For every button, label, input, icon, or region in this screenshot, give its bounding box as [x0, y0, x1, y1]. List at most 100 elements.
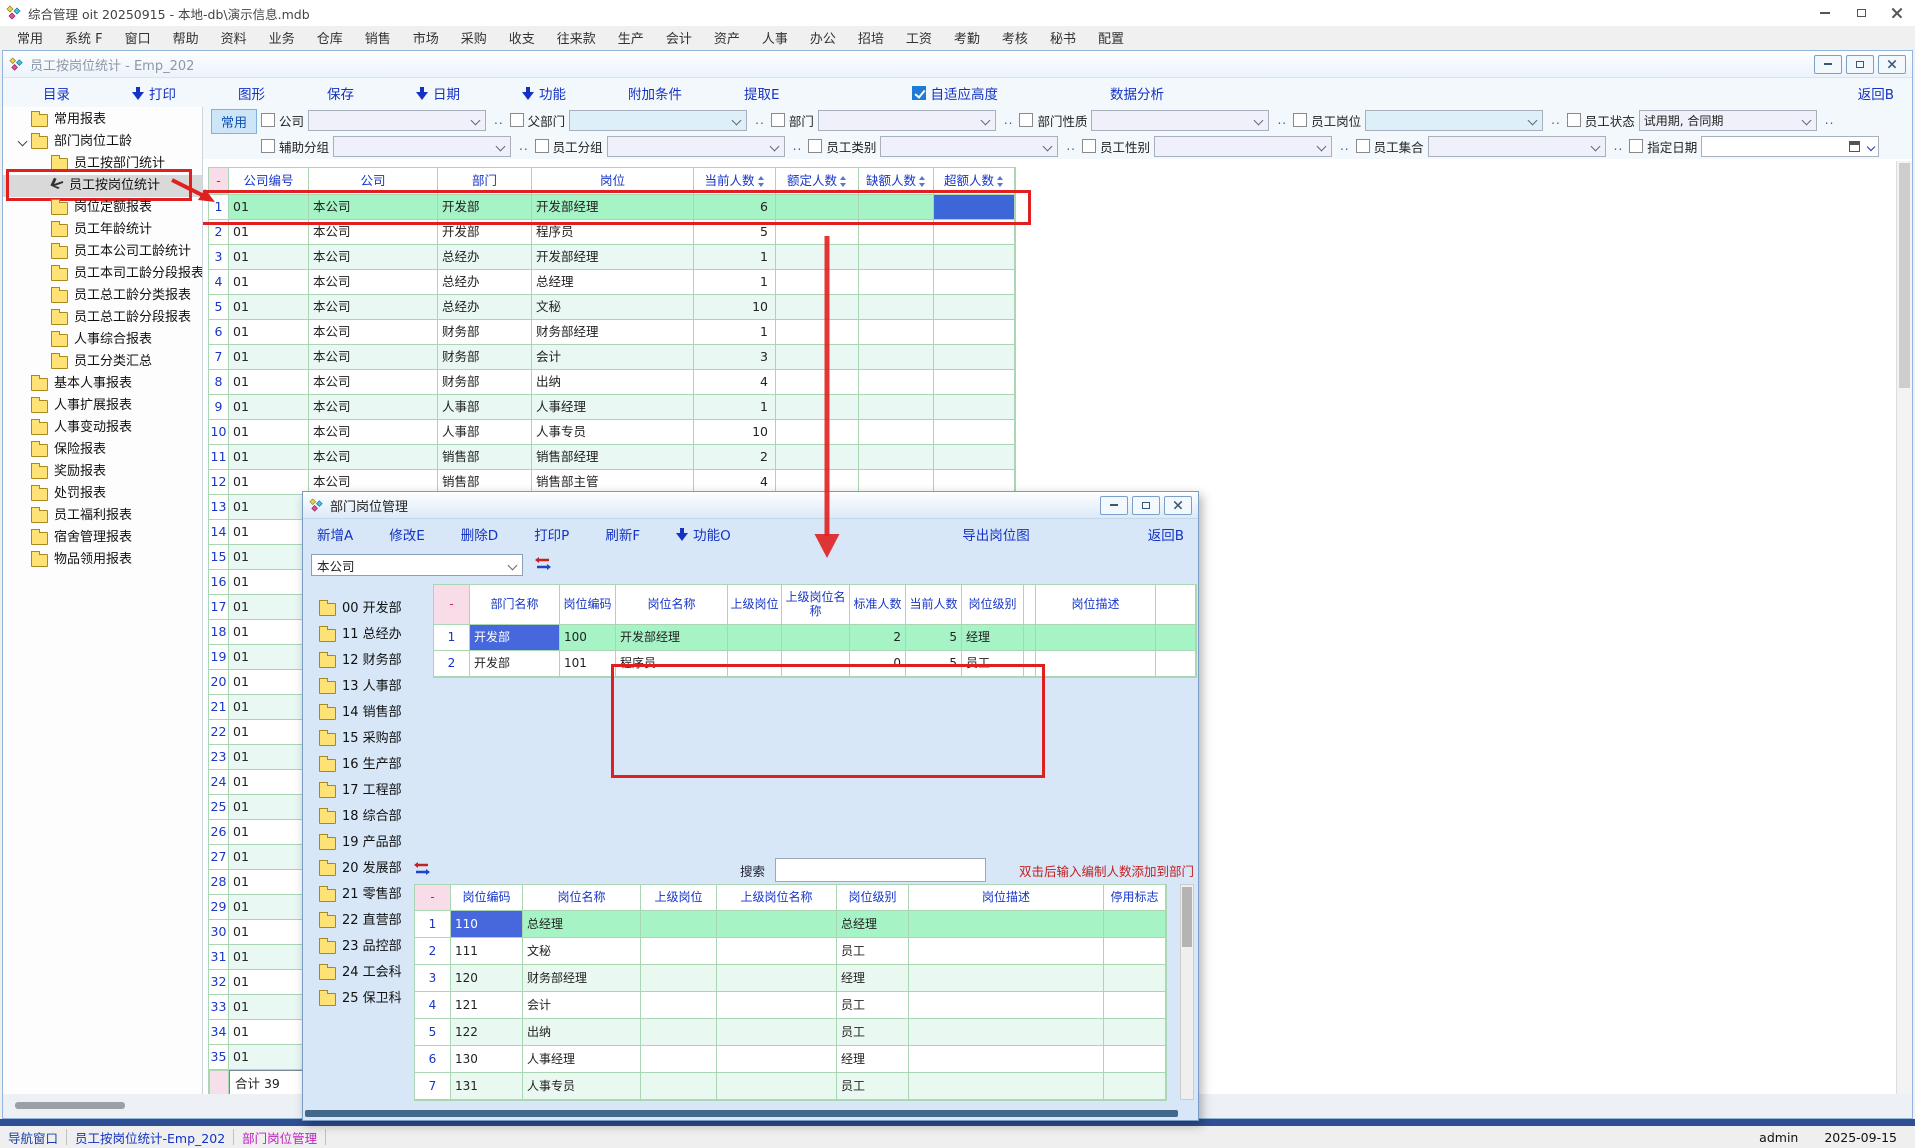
nav-window-tab[interactable]: 导航窗口: [8, 1128, 58, 1147]
company-checkbox[interactable]: [261, 113, 275, 127]
header-post-name[interactable]: 岗位名称: [523, 885, 641, 911]
aux-group-combo[interactable]: [333, 136, 511, 157]
table-row[interactable]: 4 121 会计 员工: [415, 992, 1166, 1019]
table-row[interactable]: 8 01 本公司 财务部 出纳 4: [209, 370, 1015, 395]
table-row[interactable]: 10 01 本公司 人事部 人事专员 10: [209, 420, 1015, 445]
tree-item[interactable]: 宿舍管理报表: [3, 527, 202, 549]
table-row[interactable]: 3 01 本公司 总经办 开发部经理 1: [209, 245, 1015, 270]
table-row[interactable]: 5 01 本公司 总经办 文秘 10: [209, 295, 1015, 320]
dept-tree-item[interactable]: 12 财务部: [303, 648, 435, 674]
table-row[interactable]: 6 01 本公司 财务部 财务部经理 1: [209, 320, 1015, 345]
date-button[interactable]: 日期: [416, 83, 460, 103]
tree-item[interactable]: 岗位定额报表: [3, 197, 202, 219]
header-dash[interactable]: -: [415, 885, 451, 911]
header-dept-name[interactable]: 部门名称: [470, 585, 560, 625]
menu-item[interactable]: 考勤: [943, 28, 991, 47]
refresh-button[interactable]: 刷新F: [605, 524, 640, 544]
add-button[interactable]: 新增A: [317, 524, 353, 544]
bottom-table-scrollbar[interactable]: [1180, 884, 1194, 1100]
table-row[interactable]: 1 开发部 100 开发部经理 2 5 经理: [434, 625, 1196, 651]
menu-item[interactable]: 生产: [607, 28, 655, 47]
header-dash[interactable]: -: [434, 585, 470, 625]
dept-type-combo[interactable]: [1091, 110, 1269, 131]
header-current-count[interactable]: 当前人数: [906, 585, 962, 625]
emp-gender-checkbox[interactable]: [1082, 139, 1096, 153]
menu-item[interactable]: 窗口: [114, 28, 162, 47]
date-checkbox[interactable]: [1629, 139, 1643, 153]
table-row[interactable]: 2 111 文秘 员工: [415, 938, 1166, 965]
table-row[interactable]: 3 120 财务部经理 经理: [415, 965, 1166, 992]
report-close-button[interactable]: [1878, 55, 1906, 74]
table-row[interactable]: 2 开发部 101 程序员 0 5 员工: [434, 651, 1196, 677]
header-post-level[interactable]: 岗位级别: [962, 585, 1024, 625]
report-maximize-button[interactable]: [1846, 55, 1874, 74]
menu-item[interactable]: 考核: [991, 28, 1039, 47]
function-button[interactable]: 功能O: [676, 524, 731, 544]
tree-item[interactable]: 保险报表: [3, 439, 202, 461]
tree-item[interactable]: 员工本司工龄分段报表: [3, 263, 202, 285]
table-row[interactable]: 1 01 本公司 开发部 开发部经理 6: [209, 195, 1015, 220]
emp-status-combo[interactable]: 试用期, 合同期: [1639, 110, 1817, 131]
tree-item[interactable]: 员工福利报表: [3, 505, 202, 527]
popup-back-link[interactable]: 返回B: [1148, 524, 1184, 544]
header-company[interactable]: 公司: [309, 168, 438, 195]
header-post-level[interactable]: 岗位级别: [837, 885, 909, 911]
emp-gender-combo[interactable]: [1154, 136, 1332, 157]
table-row[interactable]: 4 01 本公司 总经办 总经理 1: [209, 270, 1015, 295]
menu-item[interactable]: 工资: [895, 28, 943, 47]
emp-group-combo[interactable]: [607, 136, 785, 157]
header-dash[interactable]: -: [209, 168, 229, 195]
extract-button[interactable]: 提取E: [744, 83, 780, 103]
date-field[interactable]: [1701, 136, 1879, 157]
function-button[interactable]: 功能: [522, 83, 566, 103]
swap-icon[interactable]: [535, 556, 551, 575]
emp-category-combo[interactable]: [880, 136, 1058, 157]
company-combo[interactable]: [308, 110, 486, 131]
tree-item[interactable]: 人事扩展报表: [3, 395, 202, 417]
tree-item[interactable]: 物品领用报表: [3, 549, 202, 571]
minimize-button[interactable]: [1807, 0, 1843, 26]
quick-filter-button[interactable]: 常用: [211, 109, 257, 134]
parent-dept-combo[interactable]: [569, 110, 747, 131]
tree-item[interactable]: 员工年龄统计: [3, 219, 202, 241]
tree-item[interactable]: 常用报表: [3, 109, 202, 131]
menu-item[interactable]: 系统 F: [54, 28, 114, 47]
dept-tree-item[interactable]: 16 生产部: [303, 752, 435, 778]
tree-item[interactable]: 处罚报表: [3, 483, 202, 505]
delete-button[interactable]: 删除D: [461, 524, 498, 544]
menu-item[interactable]: 配置: [1087, 28, 1135, 47]
report-tab[interactable]: 员工按岗位统计-Emp_202: [75, 1128, 225, 1147]
graph-button[interactable]: 图形: [238, 83, 265, 103]
header-post-desc[interactable]: 岗位描述: [909, 885, 1104, 911]
table-row[interactable]: 6 130 人事经理 经理: [415, 1046, 1166, 1073]
emp-post-checkbox[interactable]: [1293, 113, 1307, 127]
dept-tree-item[interactable]: 11 总经办: [303, 622, 435, 648]
menu-item[interactable]: 秘书: [1039, 28, 1087, 47]
popup-company-combo[interactable]: 本公司: [311, 554, 523, 576]
table-row[interactable]: 7 131 人事专员 员工: [415, 1073, 1166, 1100]
popup-close-button[interactable]: [1164, 496, 1192, 515]
emp-status-checkbox[interactable]: [1567, 113, 1581, 127]
search-input[interactable]: [775, 858, 986, 882]
close-button[interactable]: [1879, 0, 1915, 26]
popup-minimize-button[interactable]: [1100, 496, 1128, 515]
tree-item[interactable]: 员工按部门统计: [3, 153, 202, 175]
header-super-post[interactable]: 上级岗位: [641, 885, 717, 911]
header-quota-count[interactable]: 额定人数: [776, 168, 859, 195]
menu-item[interactable]: 办公: [799, 28, 847, 47]
header-super-post-name[interactable]: 上级岗位名称: [717, 885, 837, 911]
tree-item[interactable]: 员工分类汇总: [3, 351, 202, 373]
header-post[interactable]: 岗位: [532, 168, 694, 195]
dept-checkbox[interactable]: [771, 113, 785, 127]
menu-item[interactable]: 往来款: [546, 28, 607, 47]
auto-height-checkbox[interactable]: [912, 86, 926, 100]
tree-item[interactable]: 部门岗位工龄: [3, 131, 202, 153]
tree-item[interactable]: 员工按岗位统计: [3, 175, 202, 197]
emp-set-combo[interactable]: [1428, 136, 1606, 157]
menu-item[interactable]: 业务: [258, 28, 306, 47]
header-post-name[interactable]: 岗位名称: [616, 585, 728, 625]
dept-tree-item[interactable]: 19 产品部: [303, 830, 435, 856]
emp-set-checkbox[interactable]: [1356, 139, 1370, 153]
header-shortage-count[interactable]: 缺额人数: [859, 168, 934, 195]
tree-item[interactable]: 奖励报表: [3, 461, 202, 483]
